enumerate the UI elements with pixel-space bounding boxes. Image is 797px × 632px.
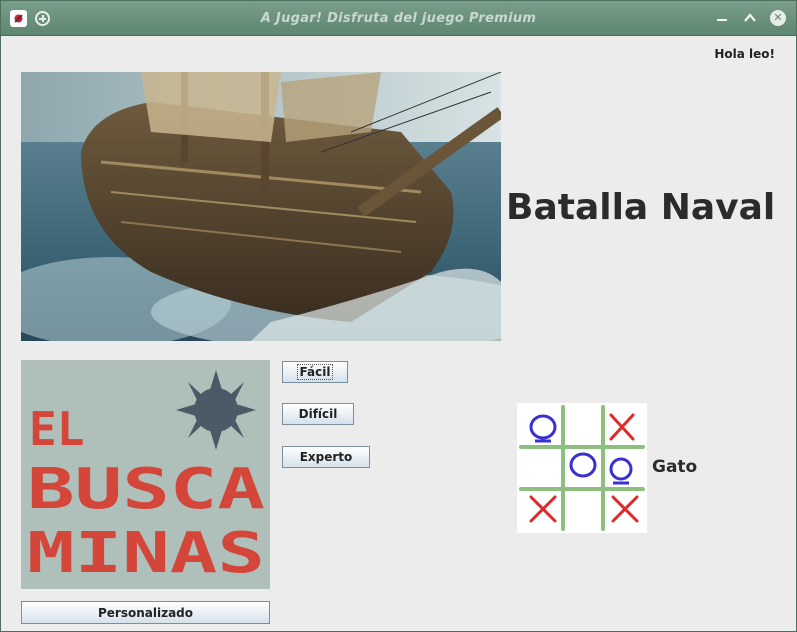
- minesweeper-image[interactable]: EL BUSCA MINAS: [21, 360, 270, 589]
- title-bar[interactable]: A Jugar! Disfruta del juego Premium ✕: [1, 1, 796, 36]
- tictactoe-image[interactable]: [517, 403, 647, 533]
- minimize-icon[interactable]: [714, 10, 730, 26]
- easy-button[interactable]: Fácil: [282, 361, 348, 383]
- window-title: A Jugar! Disfruta del juego Premium: [260, 11, 537, 26]
- window-controls: ✕: [714, 10, 786, 26]
- user-greeting: Hola leo!: [714, 47, 775, 61]
- battleship-title: Batalla Naval: [506, 187, 776, 228]
- battleship-image[interactable]: [21, 72, 501, 341]
- expert-button[interactable]: Experto: [282, 446, 370, 468]
- minesweeper-logo-line1: EL: [29, 402, 84, 456]
- main-content: Hola leo! Batalla Naval EL BUSCA MINAS F…: [9, 37, 789, 627]
- maximize-icon[interactable]: [742, 10, 758, 26]
- minesweeper-logo-line3: MINAS: [27, 521, 265, 586]
- easy-button-label: Fácil: [296, 364, 334, 380]
- app-window: A Jugar! Disfruta del juego Premium ✕ Ho…: [0, 0, 797, 632]
- custom-button[interactable]: Personalizado: [21, 601, 270, 624]
- naval-mine-icon: [176, 370, 256, 450]
- hard-button[interactable]: Difícil: [282, 403, 354, 425]
- minesweeper-logo-line2: BUSCA: [27, 457, 265, 522]
- tictactoe-label: Gato: [652, 457, 698, 477]
- close-icon[interactable]: ✕: [770, 10, 786, 26]
